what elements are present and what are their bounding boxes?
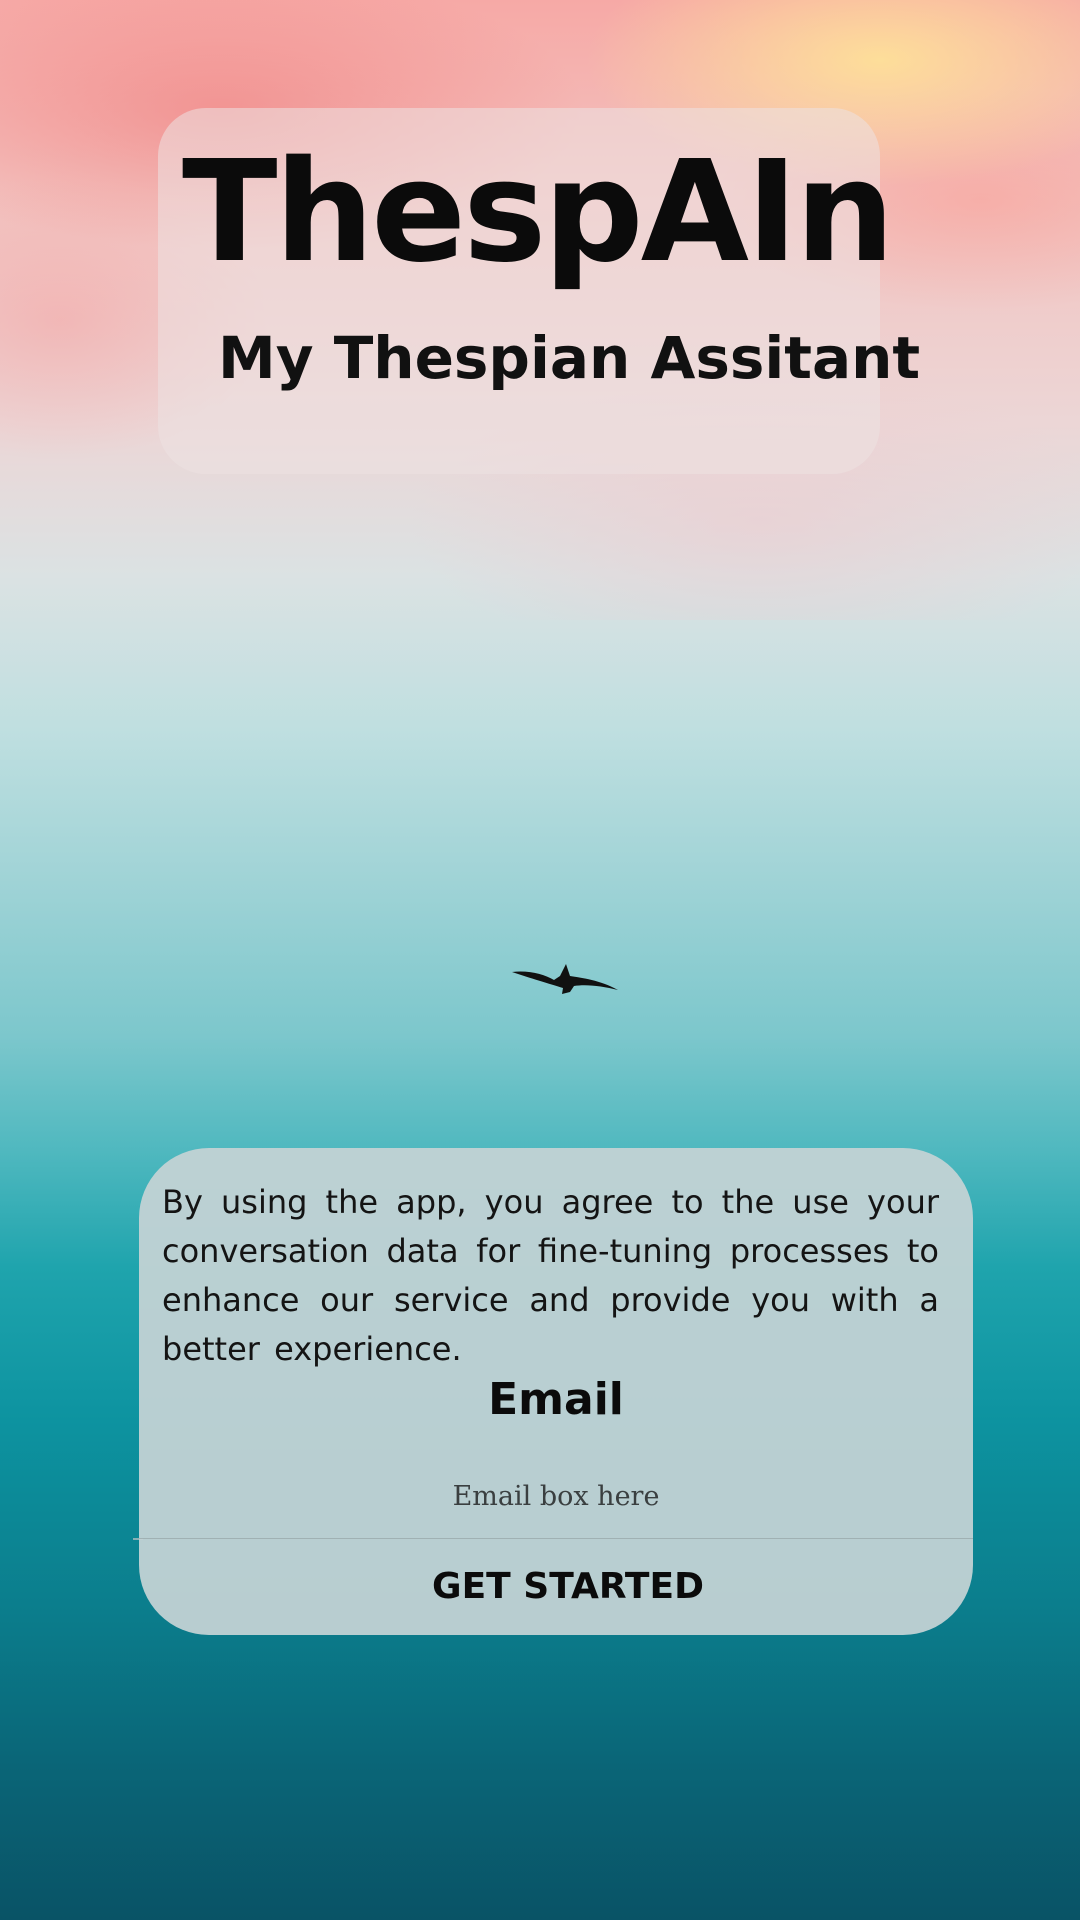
email-field[interactable] [139,1464,973,1528]
app-subtitle: My Thespian Assitant [218,324,921,392]
email-label: Email [488,1374,624,1425]
app-title: ThespAIn [182,131,895,294]
bird-icon [512,964,618,994]
consent-text: By using the app, you agree to the use y… [162,1183,939,1368]
signup-card: By using the app, you agree to the use y… [139,1148,973,1635]
get-started-button[interactable]: GET STARTED [139,1539,973,1635]
